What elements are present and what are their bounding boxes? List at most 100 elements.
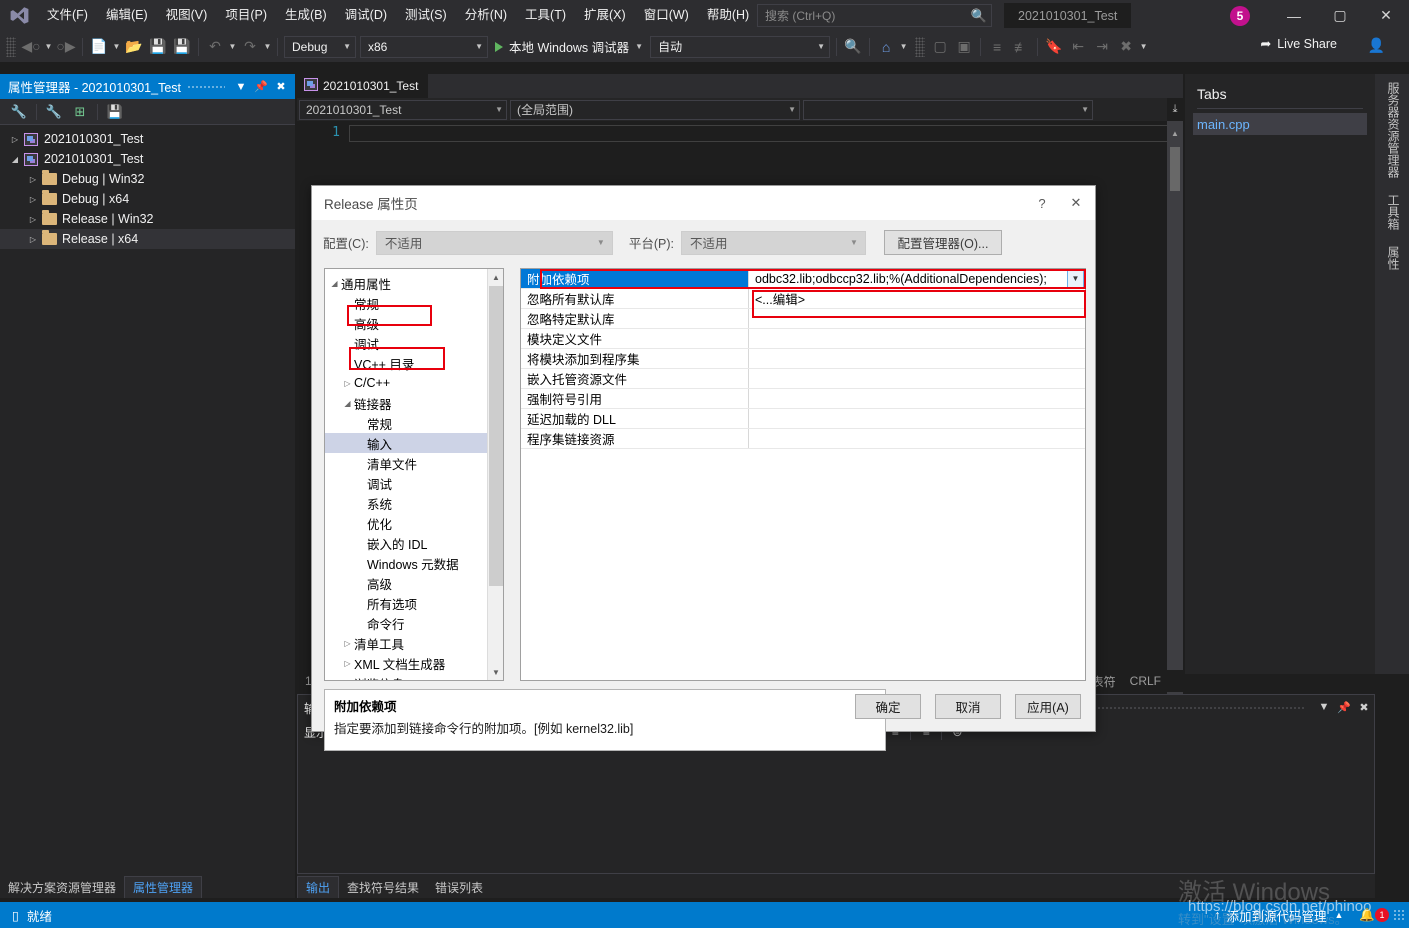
add-to-source-control-button[interactable]: ↑ 添加到源代码管理 ▲ [1206, 902, 1351, 928]
menu-item-help[interactable]: 帮助(H) [698, 0, 758, 31]
tree-expand-icon[interactable]: ▷ [26, 235, 40, 244]
live-share-button[interactable]: ➦ Live Share [1260, 36, 1337, 52]
overflow-icon[interactable]: ▼ [898, 42, 909, 51]
tree-collapse-icon[interactable]: ◢ [341, 399, 354, 408]
vtab-server-explorer[interactable]: 服务器资源管理器 [1382, 74, 1402, 186]
property-grid-row[interactable]: 强制符号引用 [521, 389, 1085, 409]
property-grid-row[interactable]: 延迟加载的 DLL [521, 409, 1085, 429]
add-new-property-sheet-icon[interactable]: 🔧 [41, 100, 67, 124]
dialog-tree-node[interactable]: ◢ 链接器 [325, 393, 503, 413]
solution-platform-dropdown[interactable]: x86 ▼ [360, 35, 488, 58]
tree-expand-icon[interactable]: ▷ [341, 679, 354, 681]
tree-expand-icon[interactable]: ▷ [341, 659, 354, 668]
menu-item-edit[interactable]: 编辑(E) [97, 0, 157, 31]
scroll-thumb[interactable] [489, 286, 503, 586]
tabs-list-item-main-cpp[interactable]: main.cpp [1193, 113, 1367, 135]
navbar-project-dropdown[interactable]: 2021010301_Test ▼ [299, 99, 507, 120]
dialog-tree-node[interactable]: ▷ XML 文档生成器 [325, 653, 503, 673]
dialog-help-button[interactable]: ? [1025, 188, 1059, 218]
menu-item-window[interactable]: 窗口(W) [635, 0, 698, 31]
clear-bookmarks-icon[interactable]: ✖ [1114, 35, 1138, 59]
back-dropdown-icon[interactable]: ▼ [43, 42, 54, 51]
dock-tab-solution-explorer[interactable]: 解决方案资源管理器 [0, 876, 124, 898]
menu-item-project[interactable]: 项目(P) [216, 0, 276, 31]
property-grid-row-value[interactable] [749, 369, 1085, 388]
undo-icon[interactable]: ↶ [203, 35, 227, 59]
dialog-tree-node[interactable]: Windows 元数据 [325, 553, 503, 573]
property-grid-row-value[interactable] [749, 409, 1085, 428]
tree-collapse-icon[interactable]: ◢ [328, 279, 341, 288]
resize-grip[interactable] [1393, 909, 1405, 921]
apply-button[interactable]: 应用(A) [1015, 694, 1081, 719]
dialog-tree-node[interactable]: 调试 [325, 473, 503, 493]
notification-badge[interactable]: 5 [1230, 6, 1250, 26]
pin-icon[interactable]: 📌 [251, 76, 271, 98]
property-grid-row[interactable]: 嵌入托管资源文件 [521, 369, 1085, 389]
property-manager-tree-node[interactable]: ▷ Debug | Win32 [0, 169, 295, 189]
configuration-manager-button[interactable]: 配置管理器(O)... [883, 230, 1002, 255]
menu-item-debug[interactable]: 调试(D) [336, 0, 396, 31]
find-in-files-icon[interactable]: 🔍 [841, 35, 865, 59]
property-manager-tree-node[interactable]: ▷ Release | x64 [0, 229, 295, 249]
menu-item-tools[interactable]: 工具(T) [516, 0, 575, 31]
overflow-icon[interactable]: ▼ [1138, 42, 1149, 51]
panel-drag-handle[interactable] [187, 74, 225, 99]
pin-icon[interactable]: 📌 [1334, 696, 1354, 718]
dialog-tree-node[interactable]: ▷ C/C++ [325, 373, 503, 393]
dialog-tree-node[interactable]: 命令行 [325, 613, 503, 633]
property-grid-row[interactable]: 程序集链接资源 [521, 429, 1085, 449]
dock-tab-error-list[interactable]: 错误列表 [427, 876, 491, 898]
previous-bookmark-icon[interactable]: ⇤ [1066, 35, 1090, 59]
decrease-indent-icon[interactable]: ≡ [985, 35, 1009, 59]
config-dropdown[interactable]: 不适用 ▼ [375, 230, 613, 255]
property-manager-tree-node[interactable]: ▷ 2021010301_Test [0, 129, 295, 149]
property-grid-row-value[interactable] [749, 329, 1085, 348]
home-icon[interactable]: ⌂ [874, 35, 898, 59]
property-manager-tree-node[interactable]: ◢ 2021010301_Test [0, 149, 295, 169]
navigate-forward-icon[interactable]: ○▶ [54, 35, 78, 59]
menu-item-build[interactable]: 生成(B) [276, 0, 336, 31]
dialog-tree-node[interactable]: 高级 [325, 573, 503, 593]
tree-expand-icon[interactable]: ▷ [8, 135, 22, 144]
property-value-dropdown-icon[interactable]: ▼ [1067, 269, 1084, 288]
editor-vertical-scrollbar[interactable]: ⤓ ▲ ▼ [1167, 98, 1183, 694]
menu-item-extensions[interactable]: 扩展(X) [575, 0, 635, 31]
dialog-tree-node[interactable]: 系统 [325, 493, 503, 513]
dialog-close-button[interactable]: ✕ [1059, 188, 1093, 218]
menu-item-file[interactable]: 文件(F) [38, 0, 97, 31]
tree-expand-icon[interactable]: ▷ [26, 195, 40, 204]
property-grid-row[interactable]: 忽略特定默认库 [521, 309, 1085, 329]
scroll-up-icon[interactable]: ▲ [1167, 125, 1183, 141]
dialog-tree-node[interactable]: VC++ 目录 [325, 353, 503, 373]
navigate-backward-icon[interactable]: ◀○ [19, 35, 43, 59]
new-dropdown-icon[interactable]: ▼ [111, 42, 122, 51]
start-debugging-button[interactable]: 本地 Windows 调试器 ▼ [490, 35, 648, 59]
dock-tab-property-manager[interactable]: 属性管理器 [124, 876, 203, 898]
panel-menu-icon[interactable]: ▼ [231, 76, 251, 98]
debug-target-dropdown[interactable]: 自动 ▼ [650, 35, 831, 58]
property-grid-row-value[interactable]: <编辑...> [749, 289, 1085, 308]
send-feedback-icon[interactable]: 👤 [1368, 37, 1385, 54]
minimize-button[interactable]: — [1271, 0, 1317, 31]
solution-configuration-dropdown[interactable]: Debug ▼ [284, 35, 356, 58]
property-grid[interactable]: 附加依赖项 ;odbc32.lib;odbccp32.lib;%(Addition… [520, 268, 1086, 681]
menu-item-test[interactable]: 测试(S) [396, 0, 456, 31]
redo-dropdown-icon[interactable]: ▼ [262, 42, 273, 51]
open-file-icon[interactable]: 📂 [122, 35, 146, 59]
scroll-up-icon[interactable]: ▲ [488, 269, 503, 285]
dialog-category-tree[interactable]: ◢ 通用属性 常规 高级 调试 VC++ 目录 ▷ C/C++ ◢ 链接器 常规 输入 清单文件 调试 系统… [324, 268, 504, 681]
dialog-tree-node[interactable]: 优化 [325, 513, 503, 533]
tree-expand-icon[interactable]: ▷ [341, 639, 354, 648]
search-input[interactable]: 搜索 (Ctrl+Q) 🔍 [757, 4, 992, 27]
redo-icon[interactable]: ↷ [238, 35, 262, 59]
dialog-tree-node[interactable]: 输入 [325, 433, 503, 453]
property-manager-tree-node[interactable]: ▷ Debug | x64 [0, 189, 295, 209]
close-icon[interactable]: ✖ [1354, 696, 1374, 718]
dialog-tree-scrollbar[interactable]: ▲ ▼ [487, 269, 503, 680]
tree-expand-icon[interactable]: ▷ [26, 175, 40, 184]
tree-expand-icon[interactable]: ▷ [26, 215, 40, 224]
save-property-sheet-icon[interactable]: 💾 [102, 100, 128, 124]
property-grid-row[interactable]: 模块定义文件 [521, 329, 1085, 349]
panel-menu-icon[interactable]: ▼ [1314, 696, 1334, 718]
property-grid-row-value[interactable]: ;odbc32.lib;odbccp32.lib;%(AdditionalDep… [749, 269, 1085, 288]
